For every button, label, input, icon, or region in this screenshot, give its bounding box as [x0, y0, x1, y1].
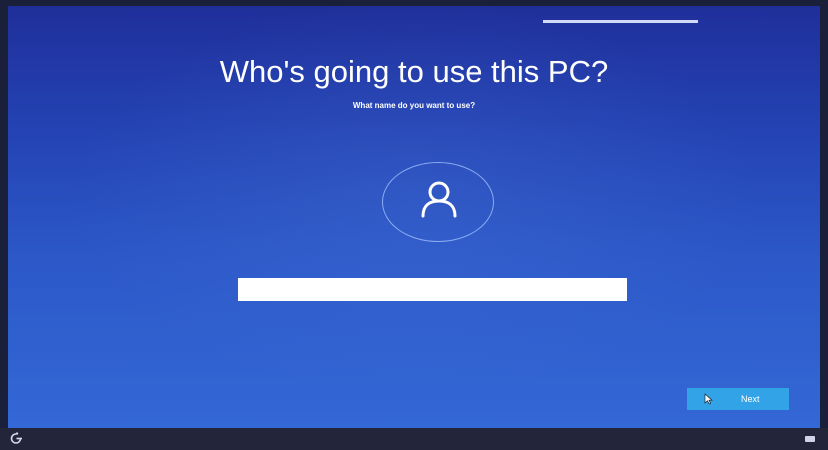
ease-of-access-icon[interactable]: [10, 432, 24, 444]
avatar: [382, 162, 494, 242]
taskbar: [0, 428, 828, 450]
progress-indicator: [543, 20, 698, 23]
keyboard-icon[interactable]: [805, 436, 815, 442]
page-title: Who's going to use this PC?: [219, 54, 609, 89]
mouse-pointer-icon: [704, 393, 713, 405]
oobe-screen: Who's going to use this PC? What name do…: [8, 6, 820, 428]
user-icon: [421, 181, 457, 218]
next-button-label: Next: [741, 394, 760, 404]
next-button[interactable]: Next: [687, 388, 789, 410]
user-name-input[interactable]: [238, 278, 627, 301]
page-subtitle: What name do you want to use?: [352, 101, 476, 110]
